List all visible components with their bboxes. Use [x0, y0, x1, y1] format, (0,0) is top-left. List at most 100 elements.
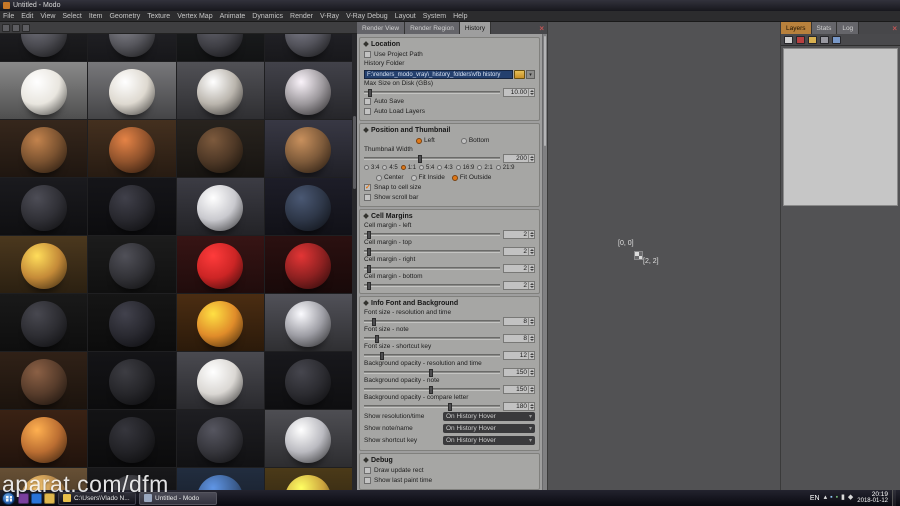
- radio-option-bottom[interactable]: Bottom: [460, 137, 489, 144]
- scrollbar-thumb[interactable]: [353, 116, 356, 190]
- stepper-down-icon[interactable]: [529, 251, 534, 254]
- menu-edit[interactable]: Edit: [21, 13, 33, 20]
- radio-option-2-1[interactable]: 2:1: [477, 165, 493, 171]
- history-thumbnail[interactable]: [88, 410, 176, 467]
- stepper-arrows[interactable]: [528, 247, 534, 255]
- open-folder-icon[interactable]: [808, 35, 817, 44]
- slider-track[interactable]: [364, 247, 500, 256]
- stepper-up-icon[interactable]: [529, 318, 534, 321]
- tab-render-view[interactable]: Render View: [357, 22, 406, 34]
- close-icon[interactable]: ×: [889, 22, 900, 34]
- history-thumbnail[interactable]: [176, 468, 264, 490]
- value-field[interactable]: 2: [503, 246, 535, 256]
- language-indicator[interactable]: EN: [810, 495, 820, 502]
- stepper-arrows[interactable]: [528, 402, 534, 410]
- history-thumbnail[interactable]: [88, 236, 176, 293]
- stepper-down-icon[interactable]: [529, 268, 534, 271]
- history-thumbnail[interactable]: [88, 34, 176, 61]
- layers-list[interactable]: [783, 48, 898, 206]
- menu-animate[interactable]: Animate: [220, 13, 246, 20]
- value-field[interactable]: 180: [503, 401, 535, 411]
- radio-option-4-3[interactable]: 4:3: [437, 165, 453, 171]
- history-thumbnail[interactable]: [176, 120, 264, 177]
- value-field[interactable]: 12: [503, 350, 535, 360]
- slider-handle[interactable]: [366, 230, 371, 239]
- value-field[interactable]: 8: [503, 316, 535, 326]
- tab-history[interactable]: History: [459, 22, 492, 34]
- clock[interactable]: 20:19 2018-01-12: [857, 491, 888, 505]
- history-thumbnail[interactable]: [176, 294, 264, 351]
- stepper-down-icon[interactable]: [529, 234, 534, 237]
- shield-icon[interactable]: ▪: [836, 494, 838, 502]
- menu-item[interactable]: Item: [89, 13, 103, 20]
- history-thumbnail[interactable]: [0, 294, 88, 351]
- stepper-up-icon[interactable]: [529, 282, 534, 285]
- slider-track[interactable]: [364, 317, 500, 326]
- stepper-arrows[interactable]: [528, 281, 534, 289]
- stepper-arrows[interactable]: [528, 88, 534, 96]
- folder-options-icon[interactable]: ▾: [526, 69, 535, 79]
- slider-track[interactable]: [364, 402, 500, 411]
- slider-track[interactable]: [364, 281, 500, 290]
- value-field[interactable]: 2: [503, 229, 535, 239]
- menu-vertex-map[interactable]: Vertex Map: [177, 13, 212, 20]
- value-field[interactable]: 8: [503, 333, 535, 343]
- stepper-arrows[interactable]: [528, 230, 534, 238]
- radio-option-fit-inside[interactable]: Fit Inside: [410, 174, 445, 181]
- history-thumbnail[interactable]: [264, 410, 352, 467]
- slider-track[interactable]: [364, 230, 500, 239]
- slider-track[interactable]: [364, 385, 500, 394]
- stepper-down-icon[interactable]: [529, 372, 534, 375]
- stepper-down-icon[interactable]: [529, 321, 534, 324]
- checkbox-use-project-path[interactable]: [364, 51, 371, 58]
- history-thumbnail[interactable]: [0, 62, 88, 119]
- history-folder-input[interactable]: F:\renders_modo_vray\_history_folders\vf…: [364, 69, 513, 79]
- history-thumbnail[interactable]: [0, 410, 88, 467]
- stepper-arrows[interactable]: [528, 334, 534, 342]
- history-thumbnail[interactable]: [176, 352, 264, 409]
- pick-icon[interactable]: [784, 35, 793, 44]
- tab-log[interactable]: Log: [837, 22, 860, 34]
- slider-handle[interactable]: [366, 264, 371, 273]
- thumbnail-scroll-area[interactable]: [0, 34, 352, 490]
- history-thumbnail[interactable]: [264, 34, 352, 61]
- close-icon[interactable]: ×: [536, 22, 547, 34]
- history-thumbnail[interactable]: [176, 236, 264, 293]
- stepper-arrows[interactable]: [528, 264, 534, 272]
- slider-track[interactable]: [364, 334, 500, 343]
- checkbox-draw-update-rect[interactable]: [364, 467, 371, 474]
- stepper-up-icon[interactable]: [529, 89, 534, 92]
- radio-option-left[interactable]: Left: [416, 137, 435, 144]
- menu-render[interactable]: Render: [290, 13, 313, 20]
- history-thumbnail[interactable]: [88, 352, 176, 409]
- history-thumbnail[interactable]: [176, 34, 264, 61]
- stepper-arrows[interactable]: [528, 154, 534, 162]
- history-save-icon[interactable]: [2, 23, 10, 32]
- radio-option-4-5[interactable]: 4:5: [382, 165, 398, 171]
- volume-icon[interactable]: ◆: [848, 494, 853, 502]
- browse-folder-icon[interactable]: [514, 69, 525, 79]
- slider-handle[interactable]: [366, 281, 371, 290]
- stepper-arrows[interactable]: [528, 317, 534, 325]
- history-thumbnail[interactable]: [264, 120, 352, 177]
- stepper-up-icon[interactable]: [529, 352, 534, 355]
- history-thumbnail[interactable]: [88, 294, 176, 351]
- stepper-arrows[interactable]: [528, 385, 534, 393]
- value-field[interactable]: 10.00: [503, 87, 535, 97]
- stepper-up-icon[interactable]: [529, 155, 534, 158]
- stepper-down-icon[interactable]: [529, 406, 534, 409]
- menu-view[interactable]: View: [40, 13, 55, 20]
- slider-track[interactable]: [364, 368, 500, 377]
- history-thumbnail[interactable]: [88, 62, 176, 119]
- slider-track[interactable]: [364, 154, 500, 163]
- history-thumbnail[interactable]: [264, 352, 352, 409]
- history-thumbnail[interactable]: [264, 178, 352, 235]
- value-field[interactable]: 2: [503, 280, 535, 290]
- dropdown-show-resolution-time[interactable]: On History Hover ▾: [443, 412, 535, 421]
- stepper-arrows[interactable]: [528, 368, 534, 376]
- history-thumbnail[interactable]: [264, 236, 352, 293]
- stepper-up-icon[interactable]: [529, 403, 534, 406]
- history-load-icon[interactable]: [12, 23, 20, 32]
- slider-track[interactable]: [364, 351, 500, 360]
- radio-option-21-9[interactable]: 21:9: [495, 165, 514, 171]
